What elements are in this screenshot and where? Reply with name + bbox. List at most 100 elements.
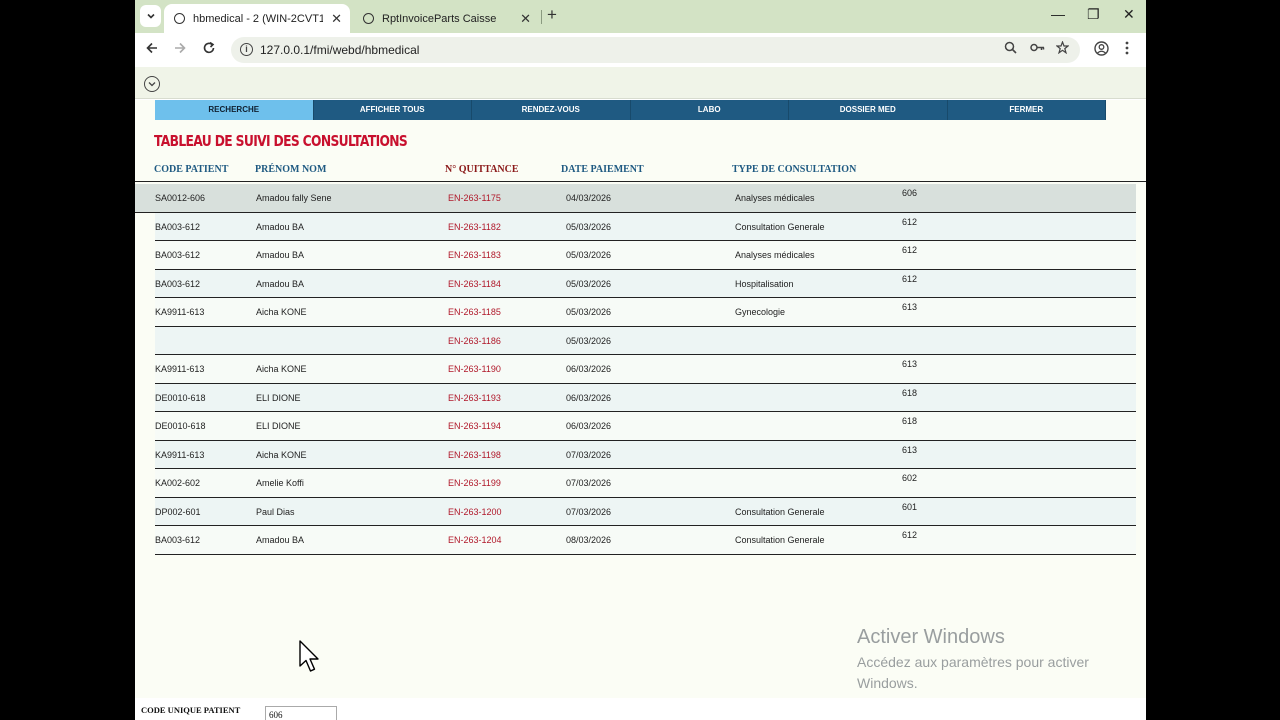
cell-name: Amadou BA [256, 278, 305, 289]
windows-activation-watermark: Activer Windows Accédez aux paramètres p… [857, 626, 1117, 694]
cell-code: BA003-612 [155, 278, 201, 289]
window-close-button[interactable]: ✕ [1123, 6, 1135, 23]
table-row[interactable]: KA9911-613 Aicha KONE EN-263-1198 07/03/202… [155, 440, 1136, 469]
cell-name: Amadou BA [256, 221, 305, 232]
cell-code: BA003-612 [155, 221, 201, 232]
table-row[interactable]: KA9911-613 Aicha KONE EN-263-1190 06/03/202… [155, 355, 1136, 384]
cell-type: Hospitalisation [735, 278, 794, 289]
header-prenom-nom: PRÉNOM NOM [255, 164, 327, 175]
menu-rendez-vous[interactable]: RENDEZ-VOUS [472, 100, 631, 120]
cell-name: Amadou BA [256, 250, 305, 260]
globe-icon [174, 13, 185, 24]
cell-name: Aicha KONE [256, 364, 307, 374]
cell-num: 612 [902, 216, 918, 227]
tab-title: hbmedical - 2 (WIN-2CVT1QM [193, 12, 323, 25]
url-text[interactable]: 127.0.0.1/fmi/webd/hbmedical [260, 43, 419, 57]
cell-name: Aicha KONE [256, 449, 307, 460]
cell-code: DE0010-618 [155, 421, 206, 431]
code-unique-patient-field[interactable]: 606 [265, 706, 337, 720]
cell-num: 613 [902, 444, 918, 455]
cell-quittance: EN-263-1200 [448, 506, 502, 517]
address-bar[interactable]: i 127.0.0.1/fmi/webd/hbmedical [231, 37, 1080, 63]
cell-date: 05/03/2026 [566, 221, 612, 232]
webd-toolbar [135, 67, 1146, 99]
table-row[interactable]: DE0010-618 ELI DIONE EN-263-1194 06/03/2026… [155, 412, 1136, 441]
browser-window: hbmedical - 2 (WIN-2CVT1QM ✕ RptInvoiceP… [135, 0, 1146, 720]
cell-num: 618 [902, 416, 918, 426]
profile-icon[interactable] [1094, 41, 1109, 59]
tab-title: RptInvoiceParts Caisse [382, 12, 497, 25]
header-quittance: N° QUITTANCE [445, 164, 519, 175]
cell-date: 08/03/2026 [566, 535, 612, 545]
close-tab-icon[interactable]: ✕ [520, 11, 531, 27]
table-row[interactable]: SA0012-606 Amadou fally Sene EN-263-1175 04… [135, 184, 1136, 213]
zoom-icon[interactable] [1004, 41, 1017, 57]
menu-fermer[interactable]: FERMER [947, 100, 1106, 120]
cell-type: Consultation Generale [735, 535, 825, 545]
table-row[interactable]: KA9911-613 Aicha KONE EN-263-1185 05/03/202… [155, 298, 1136, 327]
menu-afficher-tous[interactable]: AFFICHER TOUS [313, 100, 472, 120]
reload-button[interactable] [202, 41, 216, 59]
site-info-icon[interactable]: i [240, 43, 253, 56]
table-row[interactable]: DP002-601 Paul Dias EN-263-1200 07/03/2026 C… [155, 497, 1136, 526]
tab-hbmedical[interactable]: hbmedical - 2 (WIN-2CVT1QM ✕ [164, 4, 350, 33]
mouse-cursor-icon [299, 640, 319, 672]
restore-button[interactable]: ❐ [1087, 6, 1100, 23]
cell-date: 05/03/2026 [566, 250, 612, 260]
consultations-table: SA0012-606 Amadou fally Sene EN-263-1175 04… [135, 184, 1146, 555]
cell-quittance: EN-263-1193 [448, 392, 501, 403]
table-row[interactable]: KA002-602 Amelie Koffi EN-263-1199 07/03/20… [155, 469, 1136, 498]
cell-num: 613 [902, 302, 918, 312]
new-tab-button[interactable]: + [547, 5, 557, 25]
cell-code: DE0010-618 [155, 392, 206, 403]
cell-date: 06/03/2026 [566, 392, 612, 403]
table-row[interactable]: BA003-612 Amadou BA EN-263-1184 05/03/2026 H… [155, 269, 1136, 298]
minimize-button[interactable]: — [1051, 6, 1065, 22]
webdirect-layout: RECHERCHE AFFICHER TOUS RENDEZ-VOUS LABO… [135, 100, 1146, 720]
table-row[interactable]: BA003-612 Amadou BA EN-263-1204 08/03/2026 C… [155, 526, 1136, 555]
cell-name: Paul Dias [256, 506, 295, 517]
table-row[interactable]: BA003-612 Amadou BA EN-263-1182 05/03/2026 C… [155, 212, 1136, 241]
header-type-consultation: TYPE DE CONSULTATION [732, 164, 857, 175]
menu-labo[interactable]: LABO [630, 100, 789, 120]
cell-date: 07/03/2026 [566, 478, 612, 488]
cell-num: 613 [902, 359, 918, 369]
table-row[interactable]: DE0010-618 ELI DIONE EN-263-1193 06/03/2026… [155, 383, 1136, 412]
cell-quittance: EN-263-1184 [448, 278, 501, 289]
chevron-down-circle-icon[interactable] [144, 76, 160, 92]
menu-recherche[interactable]: RECHERCHE [155, 100, 314, 120]
cell-date: 07/03/2026 [566, 449, 612, 460]
header-date-paiement: DATE PAIEMENT [561, 164, 644, 175]
table-row[interactable]: EN-263-1186 05/03/2026 [155, 326, 1136, 355]
cell-num: 618 [902, 387, 918, 398]
menu-dossier-med[interactable]: DOSSIER MED [789, 100, 948, 120]
cell-date: 05/03/2026 [566, 307, 612, 317]
cell-type: Analyses médicales [735, 193, 815, 203]
watermark-title: Activer Windows [857, 626, 1005, 648]
cell-date: 06/03/2026 [566, 421, 612, 431]
cell-code: KA9911-613 [155, 364, 205, 374]
cell-quittance: EN-263-1199 [448, 478, 501, 488]
back-button[interactable] [145, 41, 159, 59]
reload-icon [203, 41, 215, 54]
search-panel: CODE UNIQUE PATIENT 606 [135, 698, 1146, 720]
arrow-left-icon [146, 42, 157, 54]
tab-search-button[interactable] [140, 5, 161, 27]
cell-date: 07/03/2026 [566, 506, 612, 517]
cell-code: BA003-612 [155, 250, 201, 260]
forward-button[interactable] [173, 41, 187, 59]
star-icon[interactable] [1055, 40, 1070, 57]
cell-date: 04/03/2026 [566, 193, 612, 203]
cell-date: 05/03/2026 [566, 278, 612, 289]
page-title: TABLEAU DE SUIVI DES CONSULTATIONS [154, 132, 408, 150]
cell-num: 612 [902, 273, 918, 284]
cell-code: KA9911-613 [155, 307, 205, 317]
table-row[interactable]: BA003-612 Amadou BA EN-263-1183 05/03/2026 A… [155, 241, 1136, 270]
cell-code: BA003-612 [155, 535, 201, 545]
menu-dots-icon[interactable] [1125, 41, 1129, 58]
cell-name: ELI DIONE [256, 421, 301, 431]
tab-rptinvoice[interactable]: RptInvoiceParts Caisse ✕ [353, 4, 539, 33]
key-icon[interactable] [1030, 41, 1045, 57]
close-tab-icon[interactable]: ✕ [331, 11, 342, 27]
cell-name: Amadou fally Sene [256, 193, 332, 203]
